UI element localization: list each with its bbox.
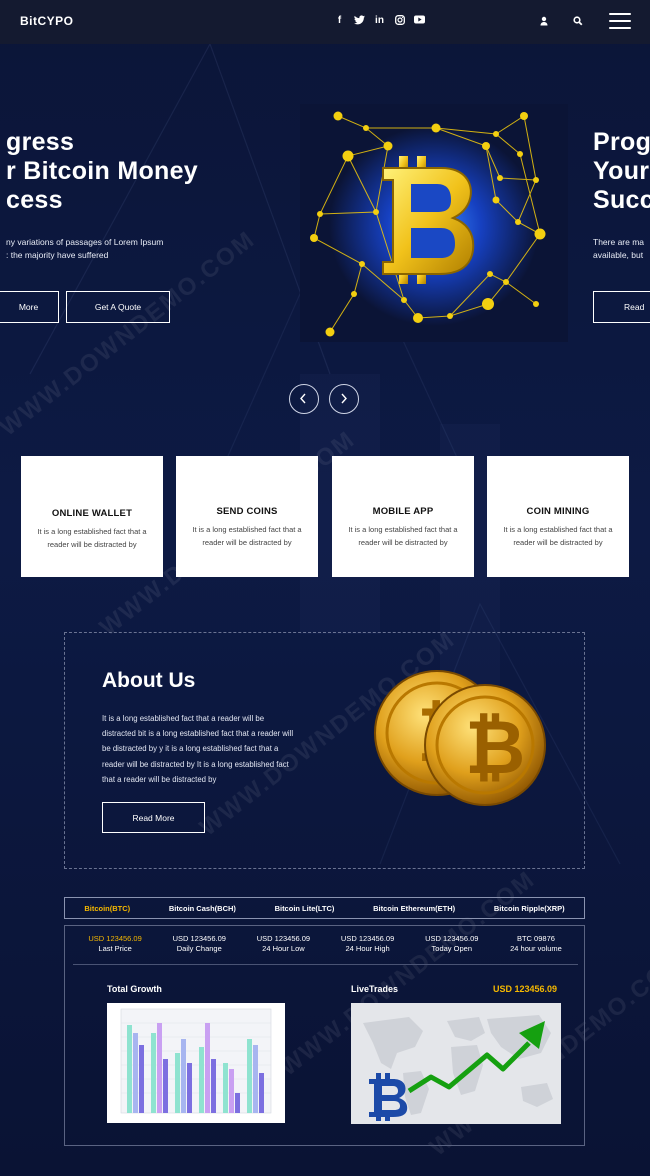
tab-bitcoin-ethereum[interactable]: Bitcoin Ethereum(ETH): [373, 904, 455, 913]
stat-value: USD 123456.09: [425, 934, 479, 943]
about-text-line: reader will be distracted by It is a lon…: [102, 759, 289, 769]
stat-today-open: USD 123456.09 Today Open: [410, 934, 494, 964]
stat-last-price: USD 123456.09 Last Price: [73, 934, 157, 964]
search-icon[interactable]: [572, 15, 584, 27]
about-read-more-button[interactable]: Read More: [102, 802, 205, 833]
service-text-line: It is a long established fact that a: [37, 527, 147, 536]
user-icon[interactable]: [538, 15, 550, 27]
stat-label: Last Price: [98, 944, 132, 953]
site-logo[interactable]: BitCYPO: [20, 14, 74, 28]
live-trades-title: LiveTrades: [351, 984, 399, 994]
stat-value: USD 123456.09: [340, 934, 395, 943]
total-growth-title: Total Growth: [107, 984, 162, 994]
hero-title-line: r Bitcoin Money: [6, 157, 199, 185]
twitter-icon[interactable]: [354, 15, 365, 26]
service-text-line: reader will be distracted by: [202, 538, 292, 547]
service-text-line: reader will be distracted by: [47, 540, 137, 549]
live-trades-image: [351, 1003, 561, 1124]
service-text: It is a long established fact that a read…: [497, 523, 619, 549]
hero-text-line: available, but: [593, 250, 644, 260]
stat-label: 24 hour volume: [510, 944, 562, 953]
stat-label: 24 Hour Low: [262, 944, 305, 953]
hero-title-line: Your: [593, 157, 650, 185]
service-title: COIN MINING: [526, 506, 590, 517]
read-more-button-right[interactable]: Read: [593, 291, 650, 323]
stat-daily-change: USD 123456.09 Daily Change: [157, 934, 241, 964]
about-text-line: It is a long established fact that a rea…: [102, 714, 265, 723]
bitcoin-coins-image: ₿ ₿: [374, 670, 546, 806]
youtube-icon[interactable]: [414, 15, 425, 26]
service-text-line: It is a long established fact that a: [192, 525, 302, 534]
hero-text-right: There are ma available, but: [593, 236, 650, 262]
service-text: It is a long established fact that a read…: [342, 523, 464, 549]
bitcoin-network-image: [300, 104, 568, 342]
chevron-left-icon: [300, 393, 306, 404]
service-title: ONLINE WALLET: [51, 508, 133, 519]
about-text-line: distracted bit is a long established fac…: [102, 729, 294, 739]
tab-bitcoin-lite[interactable]: Bitcoin Lite(LTC): [275, 904, 335, 913]
get-a-quote-button[interactable]: Get A Quote: [66, 291, 170, 323]
tab-bitcoin-cash[interactable]: Bitcoin Cash(BCH): [169, 904, 236, 913]
service-text: It is a long established fact that a read…: [186, 523, 308, 549]
about-text: It is a long established fact that a rea…: [102, 711, 322, 787]
coin-tabs: Bitcoin(BTC) Bitcoin Cash(BCH) Bitcoin L…: [64, 897, 585, 919]
hero-text-line: ny variations of passages of Lorem Ipsum: [6, 237, 164, 247]
stat-label: Daily Change: [176, 944, 222, 953]
stat-value: USD 123456.09: [172, 934, 226, 943]
hero-title-line: cess: [6, 186, 63, 214]
chevron-right-icon: [341, 393, 347, 404]
live-trades-price: USD 123456.09: [493, 984, 558, 994]
service-text: It is a long established fact that a read…: [31, 525, 153, 551]
hero-title-right: Prog Your Succ: [593, 128, 650, 215]
stat-24h-high: USD 123456.09 24 Hour High: [326, 934, 410, 964]
hero-title-line: Succ: [593, 186, 650, 214]
about-text-line: that a reader will be distracted by: [102, 774, 217, 784]
hamburger-menu-icon[interactable]: [609, 13, 631, 30]
growth-bars-image: [120, 1008, 272, 1114]
service-card-coin-mining[interactable]: COIN MINING It is a long established fac…: [487, 456, 629, 577]
svg-text:₿: ₿: [465, 705, 525, 791]
stat-value: USD 123456.09: [256, 934, 311, 943]
stat-label: 24 Hour High: [345, 944, 390, 953]
stat-label: Today Open: [431, 944, 472, 953]
about-text-line: be distracted by y it is a long establis…: [102, 744, 279, 754]
live-trades-chart: [351, 1003, 561, 1124]
market-stats: USD 123456.09 Last Price USD 123456.09 Dai…: [73, 934, 578, 965]
service-card-mobile-app[interactable]: MOBILE APP It is a long established fact…: [332, 456, 474, 577]
facebook-icon[interactable]: f: [334, 15, 345, 26]
stat-24h-volume: BTC 09876 24 hour volume: [494, 934, 578, 964]
social-links: f in: [334, 15, 425, 26]
slider-next-button[interactable]: [329, 384, 359, 414]
tab-bitcoin-btc[interactable]: Bitcoin(BTC): [84, 904, 130, 913]
service-title: MOBILE APP: [372, 506, 434, 517]
hero-title-left: gress r Bitcoin Money cess: [6, 128, 198, 215]
hero-text-left: ny variations of passages of Lorem Ipsum…: [6, 236, 163, 262]
service-text-line: reader will be distracted by: [513, 538, 603, 547]
hero-title-line: Prog: [593, 128, 650, 156]
hero-text-line: : the majority have suffered: [6, 250, 109, 260]
service-text-line: reader will be distracted by: [358, 538, 448, 547]
stat-value: USD 123456.09: [88, 934, 142, 943]
slider-prev-button[interactable]: [289, 384, 319, 414]
total-growth-chart: [107, 1003, 285, 1123]
service-card-send-coins[interactable]: SEND COINS It is a long established fact…: [176, 456, 318, 577]
stat-value: BTC 09876: [516, 934, 555, 943]
more-button[interactable]: More: [0, 291, 59, 323]
tab-bitcoin-ripple[interactable]: Bitcoin Ripple(XRP): [494, 904, 565, 913]
service-card-online-wallet[interactable]: ONLINE WALLET It is a long established f…: [21, 456, 163, 577]
about-section: About Us It is a long established fact t…: [64, 632, 585, 869]
page: WWW.DOWNDEMO.COM WWW.DOWNDEMO.COM WWW.DO…: [0, 0, 650, 1176]
instagram-icon[interactable]: [394, 15, 405, 26]
hero-text-line: There are ma: [593, 237, 645, 247]
service-text-line: It is a long established fact that a: [348, 525, 458, 534]
about-title: About Us: [102, 669, 196, 692]
hero-title-line: gress: [6, 128, 75, 156]
service-title: SEND COINS: [216, 506, 278, 517]
stat-24h-low: USD 123456.09 24 Hour Low: [241, 934, 325, 964]
market-panel: USD 123456.09 Last Price USD 123456.09 Dai…: [64, 925, 585, 1146]
linkedin-icon[interactable]: in: [374, 15, 385, 26]
top-navbar: BitCYPO f in: [0, 0, 650, 44]
read-button-label: Read: [624, 302, 645, 312]
service-text-line: It is a long established fact that a: [503, 525, 613, 534]
